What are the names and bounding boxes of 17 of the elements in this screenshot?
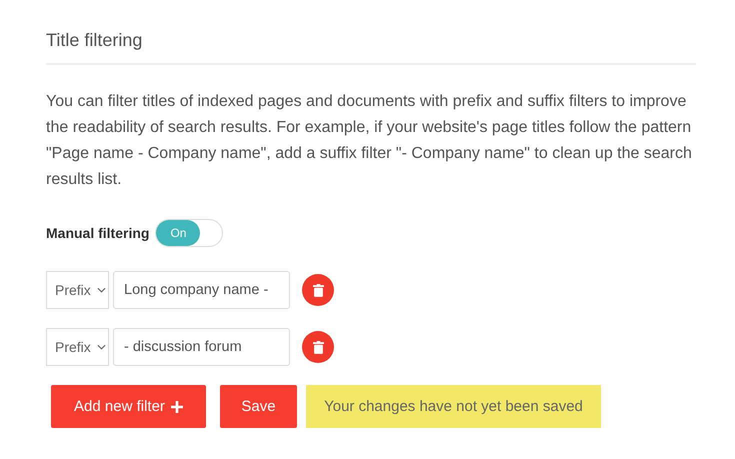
- trash-icon: [312, 340, 324, 354]
- section-title: Title filtering: [46, 30, 144, 51]
- filter-input[interactable]: Long company name -: [113, 271, 290, 309]
- delete-button[interactable]: [302, 274, 334, 306]
- filter-type-select[interactable]: Prefix: [46, 271, 109, 309]
- description-text: You can filter titles of indexed pages and documents with prefix and suffix filters to improve the readability of search results. For example, if your website's page titles follow the pattern "Page name - Company name", add a suffix filter "- Company name" to clean up the search results list.: [46, 92, 693, 190]
- add-filter-button[interactable]: Add new filter: [51, 385, 206, 428]
- unsaved-notice: Your changes have not yet been saved: [306, 385, 601, 428]
- save-button[interactable]: Save: [220, 385, 297, 428]
- chevron-down-icon: [96, 344, 106, 350]
- manual-filtering-label: Manual filtering: [46, 225, 150, 241]
- filter-type-select[interactable]: Prefix: [46, 328, 109, 366]
- trash-icon: [312, 284, 324, 296]
- delete-button[interactable]: [302, 331, 334, 363]
- chevron-down-icon: [96, 287, 106, 293]
- filter-input[interactable]: - discussion forum: [113, 328, 290, 366]
- plus-icon: [170, 400, 183, 412]
